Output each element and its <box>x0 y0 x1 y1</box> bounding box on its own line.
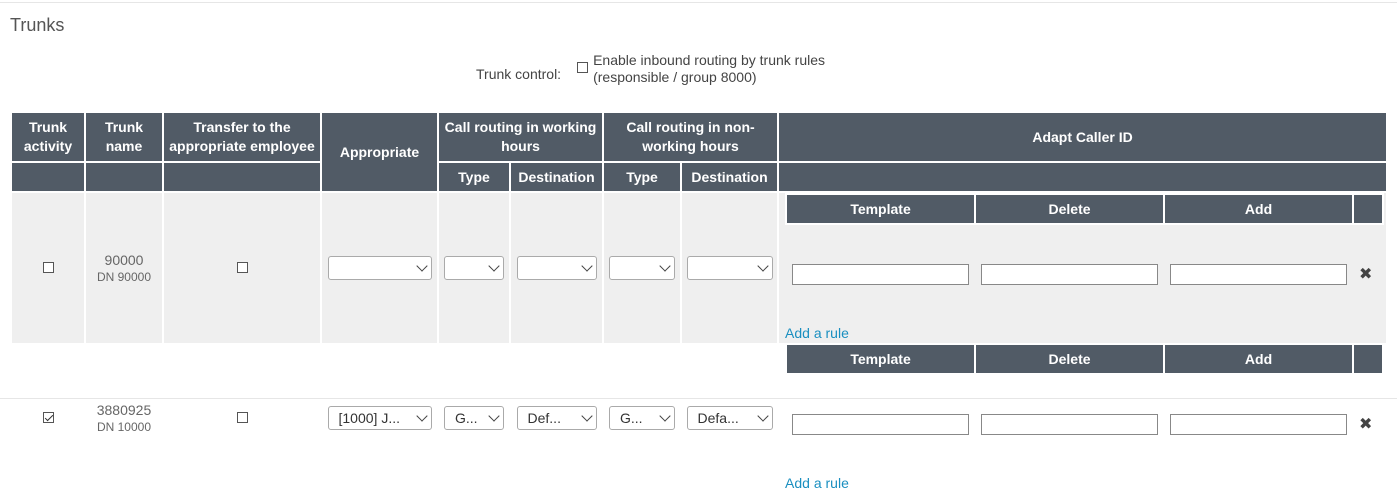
subgrid-header-add: Add <box>1163 193 1355 225</box>
subgrid-header-template: Template <box>785 343 977 375</box>
appropriate-select[interactable]: [1000] J... <box>327 406 432 430</box>
trunk-dn: DN 90000 <box>96 270 152 284</box>
table-row: 3880925 DN 10000 [1000] J... G... Def...… <box>10 343 1389 493</box>
header-adapt-caller-id: Adapt Caller ID <box>777 111 1389 163</box>
trunks-table: Trunk activity Trunk name Transfer to th… <box>10 111 1389 493</box>
bottom-divider <box>0 398 1397 399</box>
header-trunk-activity: Trunk activity <box>10 111 86 163</box>
caller-id-rules: Template Delete Add ✖ <box>785 343 1385 473</box>
subgrid-header-blank <box>1352 193 1385 225</box>
chevron-down-icon <box>488 260 500 272</box>
subheader-type: Type <box>602 161 683 193</box>
template-input[interactable] <box>792 263 970 285</box>
subheader-blank <box>777 161 1389 193</box>
subheader-blank <box>10 161 86 193</box>
enable-inbound-routing-checkbox[interactable] <box>577 62 589 73</box>
table-row: 90000 DN 90000 Template Delete Add ✖ Add… <box>10 192 1389 343</box>
add-rule-link[interactable]: Add a rule <box>785 325 849 341</box>
subgrid-header-blank <box>1352 343 1385 375</box>
add-input[interactable] <box>1170 413 1348 435</box>
trunk-number: 3880925 <box>96 402 152 418</box>
nonworking-type-select[interactable] <box>609 256 676 280</box>
close-icon[interactable]: ✖ <box>1353 224 1383 323</box>
working-type-select[interactable] <box>444 256 504 280</box>
subheader-destination: Destination <box>508 161 605 193</box>
add-rule-link[interactable]: Add a rule <box>785 475 849 491</box>
subheader-destination: Destination <box>680 161 780 193</box>
subgrid-header-add: Add <box>1163 343 1355 375</box>
subheader-type: Type <box>437 161 511 193</box>
trunk-activity-checkbox[interactable] <box>42 262 54 274</box>
option-line-1: Enable inbound routing by trunk rules <box>593 52 826 68</box>
trunk-control: Trunk control: Enable inbound routing by… <box>476 52 825 86</box>
appropriate-select[interactable] <box>327 256 432 280</box>
subheader-blank <box>84 161 164 193</box>
trunk-control-label: Trunk control: <box>476 66 562 82</box>
subgrid-header-delete: Delete <box>974 193 1166 225</box>
chevron-down-icon <box>756 410 769 422</box>
option-line-2: (responsible / group 8000) <box>593 69 757 85</box>
chevron-down-icon <box>756 260 769 272</box>
trunk-dn: DN 10000 <box>96 420 152 434</box>
enable-inbound-routing-text: Enable inbound routing by trunk rules (r… <box>593 52 825 86</box>
chevron-down-icon <box>415 410 428 422</box>
nonworking-type-select[interactable]: G... <box>609 406 676 430</box>
working-destination-select[interactable]: Def... <box>516 406 597 430</box>
chevron-down-icon <box>488 410 500 422</box>
nonworking-destination-select[interactable]: Defa... <box>686 406 773 430</box>
chevron-down-icon <box>659 410 671 422</box>
header-appropriate: Appropriate <box>320 111 439 193</box>
header-transfer: Transfer to the appropriate employee <box>162 111 322 163</box>
working-destination-select[interactable] <box>516 256 597 280</box>
transfer-checkbox[interactable] <box>236 262 248 274</box>
chevron-down-icon <box>659 260 671 272</box>
subheader-blank <box>162 161 322 193</box>
trunk-activity-checkbox[interactable] <box>42 412 54 424</box>
header-working-hours: Call routing in working hours <box>436 111 605 163</box>
chevron-down-icon <box>580 410 593 422</box>
caller-id-rules: Template Delete Add ✖ <box>785 193 1385 323</box>
subgrid-header-template: Template <box>785 193 977 225</box>
nonworking-destination-select[interactable] <box>686 256 773 280</box>
delete-input[interactable] <box>981 413 1159 435</box>
page-title: Trunks <box>10 15 65 35</box>
top-divider <box>0 2 1397 3</box>
template-input[interactable] <box>792 413 970 435</box>
subgrid-header-delete: Delete <box>974 343 1166 375</box>
header-nonworking-hours: Call routing in non-working hours <box>602 111 780 163</box>
chevron-down-icon <box>580 260 593 272</box>
add-input[interactable] <box>1170 263 1348 285</box>
working-type-select[interactable]: G... <box>444 406 504 430</box>
close-icon[interactable]: ✖ <box>1353 374 1383 473</box>
header-trunk-name: Trunk name <box>84 111 164 163</box>
delete-input[interactable] <box>981 263 1159 285</box>
transfer-checkbox[interactable] <box>236 412 248 424</box>
trunk-number: 90000 <box>104 252 144 268</box>
chevron-down-icon <box>415 260 428 272</box>
